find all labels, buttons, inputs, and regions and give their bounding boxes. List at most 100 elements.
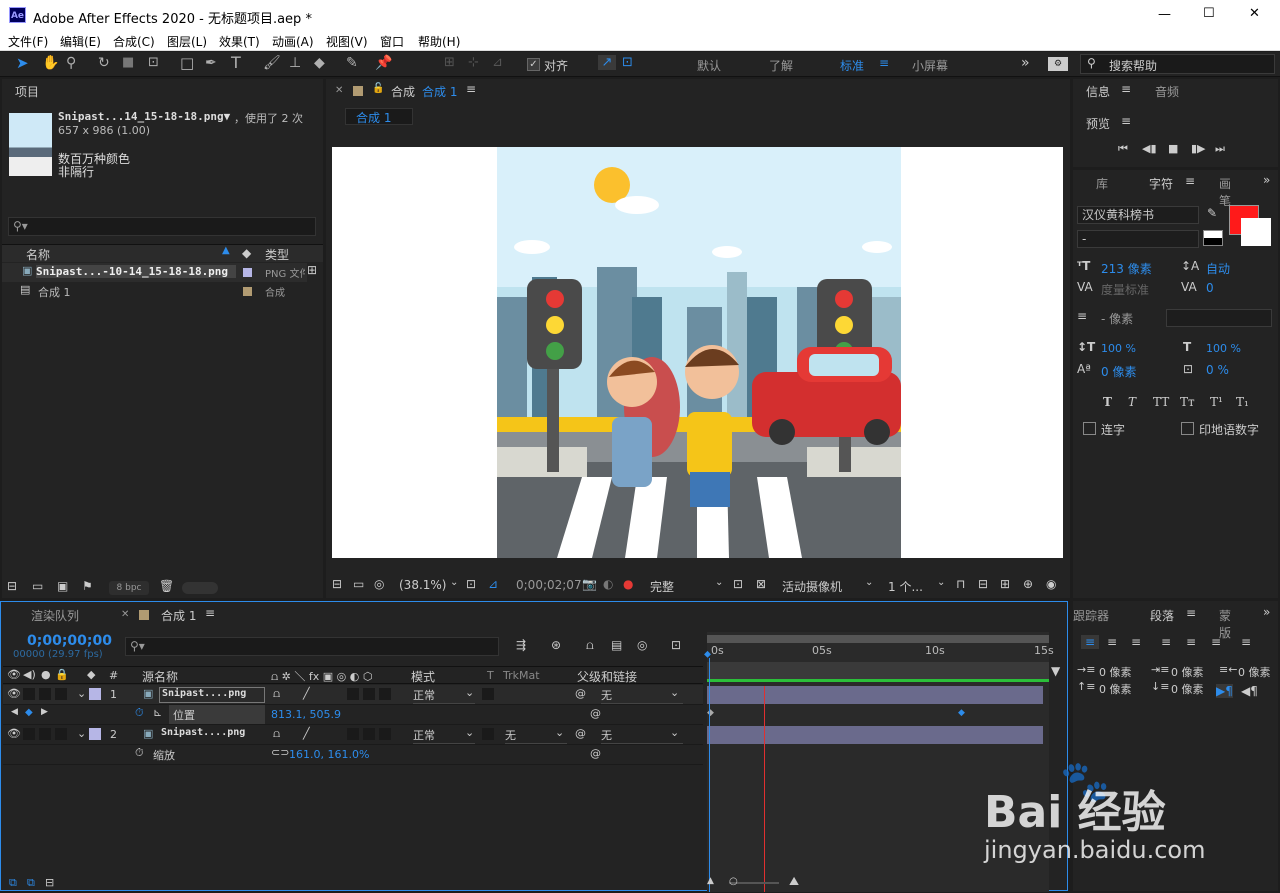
stop-icon[interactable]: ■	[1168, 142, 1178, 155]
sync-settings-icon[interactable]: ⚙	[1048, 57, 1068, 71]
snapshot-icon[interactable]: 📷	[582, 577, 597, 591]
panel-menu-icon[interactable]: ≡	[1186, 606, 1196, 620]
label-color-chip[interactable]	[89, 728, 101, 740]
subscript-icon[interactable]: T₁	[1236, 395, 1249, 409]
project-panel-title[interactable]: 项目	[15, 79, 39, 105]
workspace-standard[interactable]: 标准	[840, 57, 864, 74]
label-color-chip[interactable]	[89, 688, 101, 700]
comp-tab-label[interactable]: 合成	[391, 83, 415, 100]
expand-chevron-icon[interactable]: ⌄	[77, 687, 86, 700]
property-row[interactable]: ⏱ 缩放 ⊂⊃ 161.0, 161.0% @	[3, 745, 703, 765]
tab-brush[interactable]: 画笔	[1219, 175, 1239, 209]
hand-tool-icon[interactable]: ✋	[42, 55, 59, 71]
new-folder-icon[interactable]: ▭	[32, 579, 43, 593]
column-parent[interactable]: 父级和链接	[577, 668, 637, 685]
project-item-row[interactable]: ▣ Snipast...-10-14_15-18-18.png PNG 文件 ⊞	[2, 263, 317, 282]
camera-dropdown[interactable]: 活动摄像机	[782, 578, 842, 595]
resolution-dropdown[interactable]: 完整	[650, 578, 674, 595]
next-frame-icon[interactable]: ▮▶	[1191, 142, 1206, 155]
indent-left-value[interactable]: 0 像素	[1099, 664, 1132, 680]
tab-character[interactable]: 字符	[1149, 175, 1173, 192]
workspace-default[interactable]: 默认	[697, 57, 721, 74]
tab-tracker[interactable]: 跟踪器	[1073, 607, 1109, 624]
stroke-width-value[interactable]: - 像素	[1101, 310, 1133, 327]
preview-options-icon[interactable]: ⊟	[332, 577, 342, 591]
quality-switch-icon[interactable]: ╱	[303, 687, 310, 700]
puppet-pin-tool-icon[interactable]: 📌	[375, 55, 392, 71]
kerning-value[interactable]: 度量标准	[1101, 281, 1149, 298]
composition-mini-flowchart-icon[interactable]: ⇶	[516, 638, 526, 652]
search-help-field[interactable]: ⚲ 搜索帮助	[1080, 54, 1275, 74]
pickwhip-icon[interactable]: @	[575, 727, 586, 740]
panel-menu-icon[interactable]: ≡	[1121, 114, 1131, 128]
menu-file[interactable]: 文件(F)	[8, 33, 48, 50]
reset-exposure-icon[interactable]: ⊕	[1023, 577, 1033, 591]
shy-layers-icon[interactable]: ⩍	[586, 638, 594, 653]
panel-menu-icon[interactable]: ≡	[1185, 174, 1195, 188]
baseline-shift-value[interactable]: 0 像素	[1101, 363, 1136, 380]
snap-checkbox[interactable]: ✓	[527, 58, 540, 71]
keyframe-icon[interactable]: ◆	[958, 708, 965, 718]
column-source-name[interactable]: 源名称	[142, 668, 178, 685]
timeline-search-input[interactable]: ⚲▾	[125, 637, 499, 656]
adjust-icon[interactable]: ⚑	[82, 579, 93, 593]
column-type[interactable]: 类型	[265, 246, 289, 263]
switch-box[interactable]	[379, 728, 391, 740]
first-frame-icon[interactable]: ⏮	[1118, 142, 1128, 156]
faux-bold-icon[interactable]: T	[1103, 395, 1112, 409]
tab-audio[interactable]: 音频	[1155, 83, 1179, 100]
tab-render-queue[interactable]: 渲染队列	[31, 607, 79, 624]
lock-icon[interactable]: 🔓	[372, 83, 384, 94]
more-workspaces-icon[interactable]: »	[1021, 55, 1030, 71]
faux-italic-icon[interactable]: T	[1128, 395, 1136, 409]
font-family-dropdown[interactable]: 汉仪黄科榜书	[1077, 206, 1199, 224]
selection-tool-icon[interactable]: ➤	[16, 54, 29, 72]
toggle-modes-icon[interactable]: ⧉	[27, 876, 35, 890]
ltr-direction-icon[interactable]: ▶¶	[1216, 684, 1233, 698]
property-value[interactable]: 161.0, 161.0%	[289, 748, 369, 761]
audio-toggle[interactable]	[23, 688, 35, 700]
thumbnail-slider[interactable]	[182, 582, 218, 594]
graph-icon[interactable]: ⊾	[153, 706, 162, 719]
current-time-display[interactable]: 0;00;02;07	[516, 578, 582, 592]
menu-window[interactable]: 窗口	[380, 33, 404, 50]
horizontal-scale-value[interactable]: 100 %	[1206, 342, 1241, 355]
pan-behind-tool-icon[interactable]: ⊡	[148, 55, 159, 70]
comp-tab-name[interactable]: 合成 1	[422, 83, 457, 100]
flowchart-icon[interactable]: ⊞	[1000, 577, 1010, 591]
roi-icon[interactable]: ⊡	[733, 577, 743, 591]
menu-view[interactable]: 视图(V)	[326, 33, 368, 50]
solo-toggle[interactable]	[39, 728, 51, 740]
fast-preview-icon[interactable]: ◉	[1046, 577, 1056, 591]
timeline-current-time[interactable]: 0;00;00;00	[27, 633, 112, 649]
panel-menu-icon[interactable]: ≡	[466, 82, 476, 96]
align-left-icon[interactable]: ≡	[1081, 635, 1099, 649]
view-axis-tool-icon[interactable]: ⊿	[492, 55, 503, 70]
stroke-color-swatch[interactable]	[1241, 218, 1271, 246]
solo-toggle[interactable]	[39, 688, 51, 700]
previous-keyframe-icon[interactable]: ◀	[11, 707, 18, 717]
axis-tool-icon[interactable]: ⊞	[444, 55, 455, 70]
menu-effect[interactable]: 效果(T)	[219, 33, 260, 50]
camera-tool-icon[interactable]: ■	[122, 55, 134, 70]
rotate-tool-icon[interactable]: ↻	[98, 55, 110, 71]
lock-toggle[interactable]	[55, 688, 67, 700]
tab-mask[interactable]: 蒙版	[1219, 607, 1241, 641]
stopwatch-icon[interactable]: ⏱	[135, 706, 144, 720]
hindi-digits-checkbox[interactable]	[1181, 422, 1194, 435]
pen-tool-icon[interactable]: ✒	[205, 55, 217, 71]
layer-name[interactable]: Snipast....png	[159, 727, 265, 743]
black-white-swatch[interactable]	[1203, 230, 1223, 246]
preserve-transparency-box[interactable]	[482, 688, 494, 700]
property-value[interactable]: 813.1, 505.9	[271, 708, 341, 721]
all-caps-icon[interactable]: TT	[1153, 395, 1169, 409]
last-frame-icon[interactable]: ⏭	[1215, 142, 1225, 156]
previous-frame-icon[interactable]: ◀▮	[1142, 142, 1157, 155]
maximize-button[interactable]: ☐	[1203, 6, 1215, 21]
pickwhip-icon[interactable]: @	[575, 687, 586, 700]
shy-switch-icon[interactable]: ⩍	[273, 687, 280, 701]
clone-stamp-tool-icon[interactable]: ⊥	[289, 55, 301, 71]
views-dropdown[interactable]: 1 个...	[888, 578, 923, 595]
transparency-grid-icon[interactable]: ⊠	[756, 577, 766, 591]
audio-toggle[interactable]	[23, 728, 35, 740]
